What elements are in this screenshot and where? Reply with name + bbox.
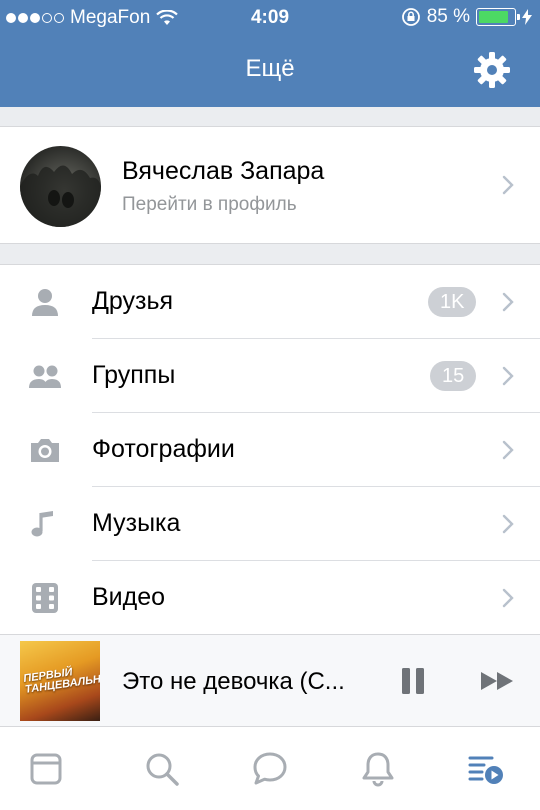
menu-item-label: Группы — [92, 361, 176, 389]
chevron-right-icon — [502, 175, 514, 195]
more-icon[interactable] — [466, 749, 506, 789]
chevron-right-icon — [502, 292, 514, 312]
menu-item-label: Друзья — [92, 287, 174, 315]
music-note-icon — [31, 511, 53, 537]
page-title: Ещё — [245, 55, 295, 82]
album-cover[interactable]: ПЕРВЫЙ ТАНЦЕВАЛЬНЫЙ — [20, 641, 100, 721]
menu-list: Друзья 1K Группы 15 Фотографии Музыка Ви… — [0, 264, 540, 634]
person-icon — [32, 289, 58, 316]
news-icon[interactable] — [26, 749, 66, 789]
menu-item-music[interactable]: Музыка — [0, 487, 540, 561]
chevron-right-icon — [502, 514, 514, 534]
camera-icon — [31, 439, 59, 462]
status-right: 85 % — [401, 6, 532, 28]
tab-bar — [0, 726, 540, 810]
film-icon — [32, 583, 58, 613]
cover-text: ПЕРВЫЙ ТАНЦЕВАЛЬНЫЙ — [22, 666, 100, 696]
search-icon[interactable] — [142, 749, 182, 789]
profile-link[interactable]: Перейти в профиль — [122, 194, 297, 216]
people-icon — [29, 365, 61, 388]
gear-icon[interactable] — [472, 50, 512, 90]
track-title[interactable]: Это не девочка (C... — [122, 668, 377, 696]
menu-item-friends[interactable]: Друзья 1K — [0, 265, 540, 339]
next-track-icon[interactable] — [480, 671, 516, 691]
battery-icon — [476, 8, 520, 26]
notifications-icon[interactable] — [358, 749, 398, 789]
menu-item-label: Музыка — [92, 509, 181, 537]
avatar[interactable] — [20, 146, 101, 227]
count-badge: 15 — [430, 361, 477, 391]
profile-name[interactable]: Вячеслав Запара — [122, 157, 324, 186]
messages-icon[interactable] — [250, 749, 290, 789]
menu-item-video[interactable]: Видео — [0, 561, 540, 635]
mini-player[interactable]: ПЕРВЫЙ ТАНЦЕВАЛЬНЫЙ Это не девочка (C... — [0, 634, 540, 726]
battery-percent: 85 % — [426, 6, 470, 27]
menu-item-label: Видео — [92, 583, 166, 611]
pause-icon[interactable] — [400, 667, 426, 695]
chevron-right-icon — [502, 588, 514, 608]
chevron-right-icon — [502, 440, 514, 460]
menu-item-photos[interactable]: Фотографии — [0, 413, 540, 487]
status-bar: MegaFon 4:09 85 % — [0, 0, 540, 38]
count-badge: 1K — [428, 287, 477, 317]
menu-item-label: Фотографии — [92, 435, 235, 463]
avatar-photo — [20, 165, 101, 227]
top-header: MegaFon 4:09 85 % Ещё — [0, 0, 540, 107]
orientation-lock-icon — [401, 8, 420, 26]
charging-icon — [522, 9, 532, 25]
chevron-right-icon — [502, 366, 514, 386]
menu-item-groups[interactable]: Группы 15 — [0, 339, 540, 413]
